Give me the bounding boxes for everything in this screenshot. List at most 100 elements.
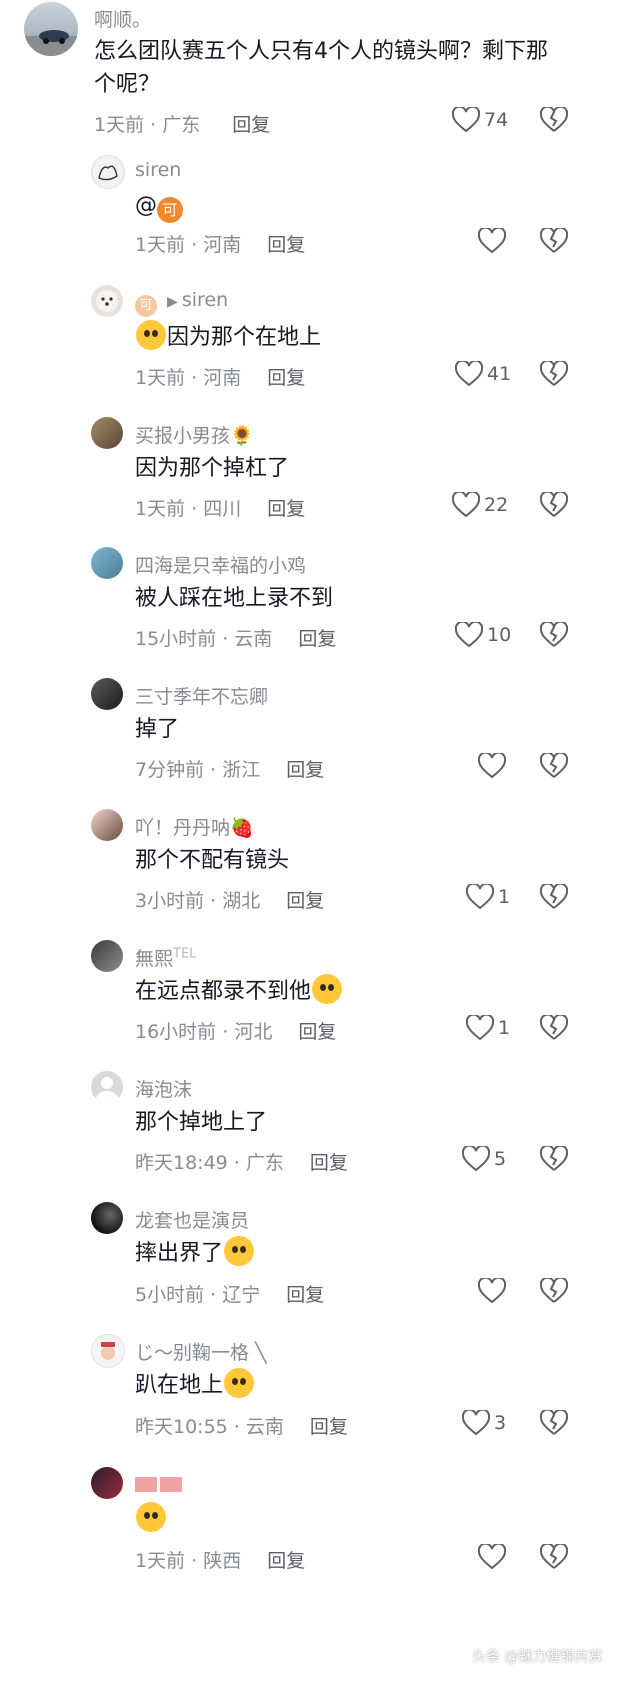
comment-time: 1天前 (135, 367, 186, 389)
avatar[interactable] (91, 678, 123, 710)
surprised-emoji-icon (136, 320, 166, 350)
reply-button[interactable]: 回复 (298, 628, 336, 650)
like-count: 22 (484, 494, 509, 516)
like-button[interactable] (478, 1278, 510, 1304)
username[interactable]: 吖！丹丹呐🍓 (135, 813, 254, 840)
like-button[interactable]: 74 (452, 107, 508, 133)
broken-heart-icon (539, 1276, 569, 1303)
reply-button[interactable]: 回复 (298, 1021, 336, 1043)
car-image-icon (24, 30, 78, 56)
broken-heart-icon (539, 882, 569, 909)
reply-button[interactable]: 回复 (310, 1152, 348, 1174)
dislike-button[interactable] (539, 490, 569, 522)
reply-button[interactable]: 回复 (286, 1284, 324, 1306)
like-button[interactable] (478, 1544, 506, 1570)
like-count: 10 (487, 624, 512, 646)
like-button[interactable]: 1 (466, 884, 510, 910)
dislike-button[interactable] (539, 1408, 569, 1440)
avatar[interactable] (91, 809, 123, 841)
dislike-button[interactable] (539, 1542, 569, 1574)
like-count: 3 (494, 1412, 507, 1434)
comment-text: 被人踩在地上录不到 (135, 586, 334, 611)
like-button[interactable]: 22 (452, 492, 508, 518)
broken-heart-icon (539, 620, 569, 647)
username[interactable]: siren (135, 159, 181, 181)
username[interactable]: 四海是只幸福的小鸡 (135, 551, 306, 578)
user-badge: TEL (173, 946, 197, 962)
comment-meta: 昨天10:55 · 云南 回复 (135, 1416, 348, 1438)
comment-meta: 16小时前 · 河北 回复 (135, 1021, 337, 1043)
comment-location: 广东 (162, 114, 201, 136)
dislike-button[interactable] (539, 1144, 569, 1176)
username[interactable]: 無熙 (135, 948, 173, 970)
comment-location: 辽宁 (222, 1284, 261, 1306)
comment-text: 怎么团队赛五个人只有4个人的镜头啊？剩下那个呢？ (94, 39, 548, 97)
touched-emoji-icon (224, 1236, 255, 1266)
avatar[interactable] (91, 1334, 125, 1368)
comment-text: 那个掉地上了 (135, 1110, 268, 1135)
reply-button[interactable]: 回复 (286, 759, 324, 781)
reply-button[interactable]: 回复 (267, 498, 305, 520)
reply-button[interactable]: 回复 (310, 1416, 348, 1438)
avatar[interactable] (24, 2, 78, 56)
dislike-button[interactable] (539, 359, 569, 391)
dislike-button[interactable] (539, 751, 569, 783)
dislike-button[interactable] (539, 882, 569, 914)
heart-icon (478, 753, 506, 779)
cat-doodle-icon (98, 165, 118, 181)
username[interactable]: じ～别鞠一格 ╲ (135, 1338, 266, 1365)
avatar[interactable] (91, 155, 125, 189)
username[interactable]: 海泡沫 (135, 1075, 192, 1102)
shy-emoji-icon (312, 974, 343, 1004)
username[interactable]: 龙套也是演员 (135, 1206, 249, 1233)
avatar[interactable] (91, 285, 123, 317)
mention-avatar[interactable]: 可 (157, 197, 183, 223)
broken-heart-icon (539, 1144, 569, 1171)
comment-time: 昨天18:49 (135, 1152, 228, 1174)
username[interactable]: siren (182, 289, 228, 311)
avatar[interactable] (91, 1071, 123, 1103)
username[interactable]: 三寸季年不忘卿 (135, 682, 268, 709)
like-button[interactable]: 3 (462, 1410, 506, 1436)
dislike-button[interactable] (539, 226, 569, 258)
flag-username[interactable] (135, 1473, 185, 1495)
like-button[interactable]: 10 (455, 622, 511, 648)
mention-prefix: @ (135, 193, 157, 218)
comment-meta: 15小时前 · 云南 回复 (135, 628, 337, 650)
flag-icon (160, 1477, 182, 1492)
reply-button[interactable]: 回复 (267, 234, 305, 256)
dislike-button[interactable] (539, 1276, 569, 1308)
like-button[interactable]: 1 (466, 1015, 510, 1041)
dislike-button[interactable] (539, 105, 569, 137)
comment-location: 河南 (203, 234, 242, 256)
like-button[interactable] (478, 228, 510, 254)
heart-icon (478, 228, 506, 254)
comment-location: 河北 (234, 1021, 273, 1043)
reply-button[interactable]: 回复 (267, 1550, 305, 1572)
like-button[interactable]: 5 (462, 1146, 506, 1172)
avatar[interactable] (91, 417, 123, 449)
dislike-button[interactable] (539, 1013, 569, 1045)
dislike-button[interactable] (539, 620, 569, 652)
heart-icon (466, 884, 494, 910)
reply-button[interactable]: 回复 (286, 890, 324, 912)
avatar[interactable] (91, 547, 123, 579)
username[interactable]: 啊顺。 (94, 5, 151, 32)
replied-user-avatar[interactable]: 可 (135, 295, 157, 317)
heart-icon (455, 361, 483, 387)
reply-button[interactable]: 回复 (232, 114, 270, 136)
like-count: 74 (484, 109, 509, 131)
reply-arrow-icon: ▶ (167, 294, 178, 310)
like-button[interactable]: 41 (455, 361, 511, 387)
reply-button[interactable]: 回复 (267, 367, 305, 389)
like-button[interactable] (478, 753, 510, 779)
comment-location: 云南 (245, 1416, 284, 1438)
comment-location: 云南 (234, 628, 273, 650)
cartoon-avatar-icon (101, 1342, 115, 1360)
avatar[interactable] (91, 940, 123, 972)
comment-text: 因为那个在地上 (135, 320, 321, 355)
username[interactable]: 买报小男孩🌻 (135, 421, 254, 448)
avatar[interactable] (91, 1202, 123, 1234)
broken-heart-icon (539, 490, 569, 517)
avatar[interactable] (91, 1467, 123, 1499)
